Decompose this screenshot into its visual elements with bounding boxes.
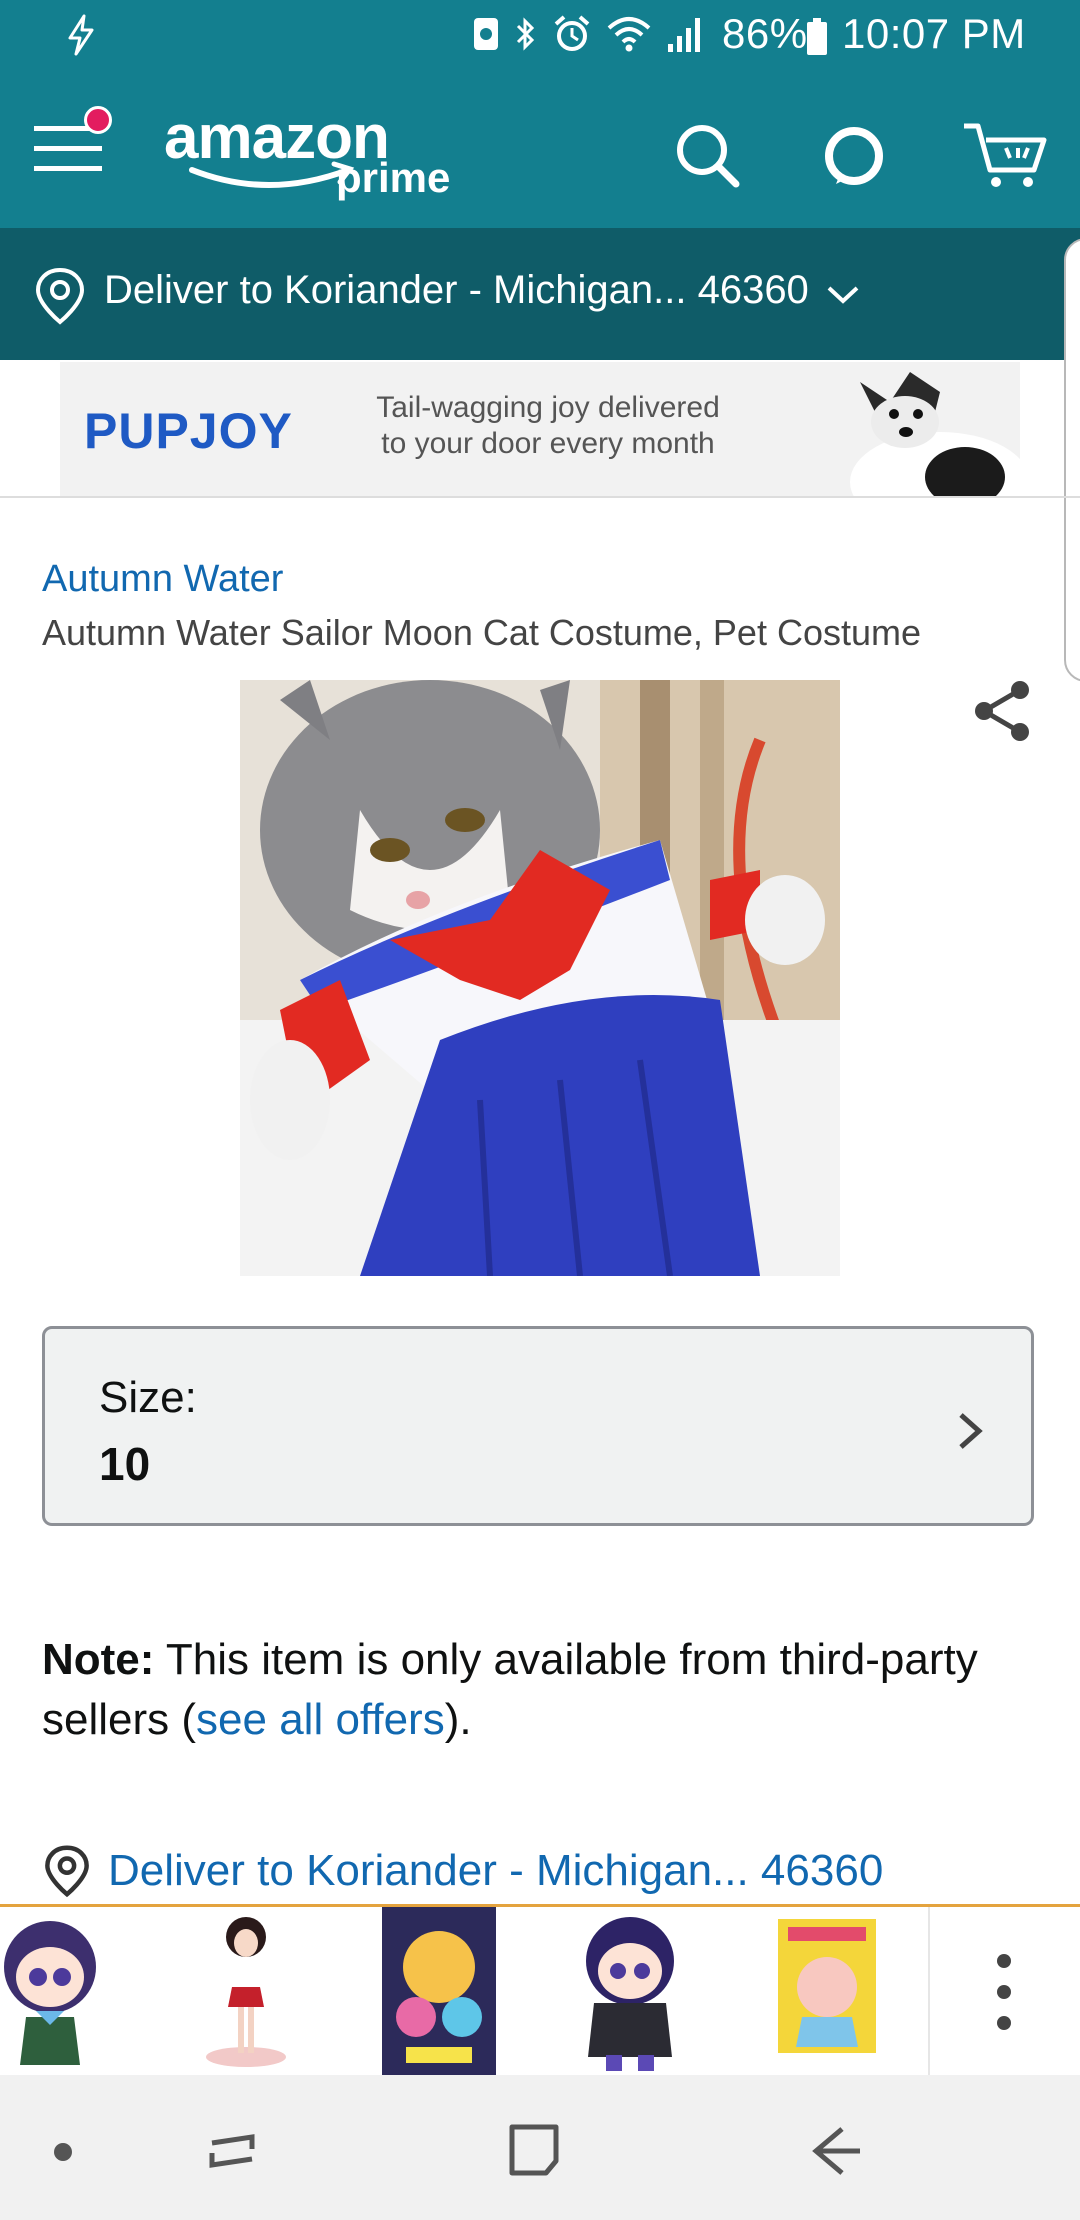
side-drawer-handle[interactable] (1064, 238, 1080, 682)
share-button[interactable] (970, 678, 1040, 748)
ad-tagline-line1: Tail-wagging joy delivered (376, 391, 720, 424)
deliver-to-bar[interactable]: Deliver to Koriander - Michigan... 46360 (0, 228, 1080, 360)
see-all-offers-link[interactable]: see all offers (196, 1695, 445, 1744)
cart-icon (964, 123, 1047, 187)
related-thumb-2[interactable] (186, 1907, 316, 2075)
recent-apps-button[interactable] (198, 2115, 268, 2185)
deliver-to-label: Deliver to Koriander - Michigan... 46360 (104, 268, 809, 312)
ad-tagline: Tail-wagging joy delivered to your door … (368, 390, 728, 462)
status-icons (472, 14, 706, 54)
battery-percent: 86% (722, 10, 808, 57)
product-title: Autumn Water Sailor Moon Cat Costume, Pe… (42, 612, 922, 653)
alexa-ring-icon (825, 127, 883, 185)
search-button[interactable] (668, 116, 748, 196)
location-pin-icon (42, 1844, 92, 1903)
related-thumb-4[interactable] (560, 1907, 690, 2075)
menu-button[interactable] (30, 106, 112, 190)
ad-brand: PUPJOY (84, 403, 293, 459)
nfc-icon (474, 18, 498, 50)
strip-separator (928, 1907, 930, 2075)
more-vertical-icon (997, 1954, 1011, 2030)
bluetooth-icon (516, 17, 535, 51)
home-square-icon (509, 2124, 559, 2176)
related-products-strip (0, 1907, 1080, 2075)
dot-icon (54, 2143, 72, 2161)
chevron-right-icon (955, 1409, 985, 1458)
cat-costume-photo (240, 680, 840, 1276)
signal-icon (668, 18, 700, 52)
size-value: 10 (99, 1438, 151, 1490)
deliver-to-link-text: Deliver to Koriander - Michigan... 46360 (108, 1846, 884, 1895)
chevron-down-icon (826, 284, 860, 311)
cart-button[interactable] (960, 116, 1047, 196)
related-thumb-3[interactable] (376, 1907, 506, 2075)
recent-apps-icon (209, 2134, 255, 2168)
logo-prime: prime (336, 154, 451, 201)
wifi-icon (607, 17, 651, 52)
sponsored-ad-banner[interactable]: PUPJOY Tail-wagging joy delivered to you… (60, 362, 1020, 496)
ad-dog-image (790, 362, 1020, 496)
system-nav-bar (0, 2075, 1080, 2220)
charging-bolt-icon (66, 14, 96, 61)
share-icon (975, 681, 1029, 741)
ad-tagline-line2: to your door every month (381, 427, 715, 460)
alexa-button[interactable] (814, 116, 894, 196)
note-text: This item is only available from third-p… (42, 1635, 978, 1744)
status-bar: 86% 10:07 PM (0, 0, 1080, 72)
more-options-button[interactable] (984, 1947, 1024, 2037)
brand-link[interactable]: Autumn Water (42, 558, 283, 601)
home-button[interactable] (500, 2115, 570, 2185)
clock: 10:07 PM (842, 10, 1026, 57)
note-label: Note: (42, 1635, 155, 1684)
smile-arrow-icon (189, 161, 355, 188)
related-thumb-5[interactable] (762, 1907, 892, 2075)
product-image[interactable] (240, 680, 840, 1276)
back-arrow-icon (812, 2127, 860, 2175)
size-label: Size: (99, 1373, 197, 1422)
amazon-prime-logo[interactable]: amazon prime (164, 102, 464, 212)
battery-icon (806, 18, 828, 61)
search-icon (677, 125, 740, 188)
location-pin-icon (32, 266, 88, 331)
back-button[interactable] (802, 2115, 872, 2185)
alarm-icon (554, 15, 590, 51)
notification-dot (84, 106, 112, 134)
nav-dot-button[interactable] (28, 2115, 98, 2185)
divider (0, 496, 1080, 498)
third-party-note: Note: This item is only available from t… (42, 1630, 1032, 1750)
app-header: amazon prime (0, 72, 1080, 228)
related-thumb-1[interactable] (0, 1907, 130, 2075)
size-selector[interactable]: Size: 10 (42, 1326, 1034, 1526)
note-end: ). (444, 1695, 472, 1744)
